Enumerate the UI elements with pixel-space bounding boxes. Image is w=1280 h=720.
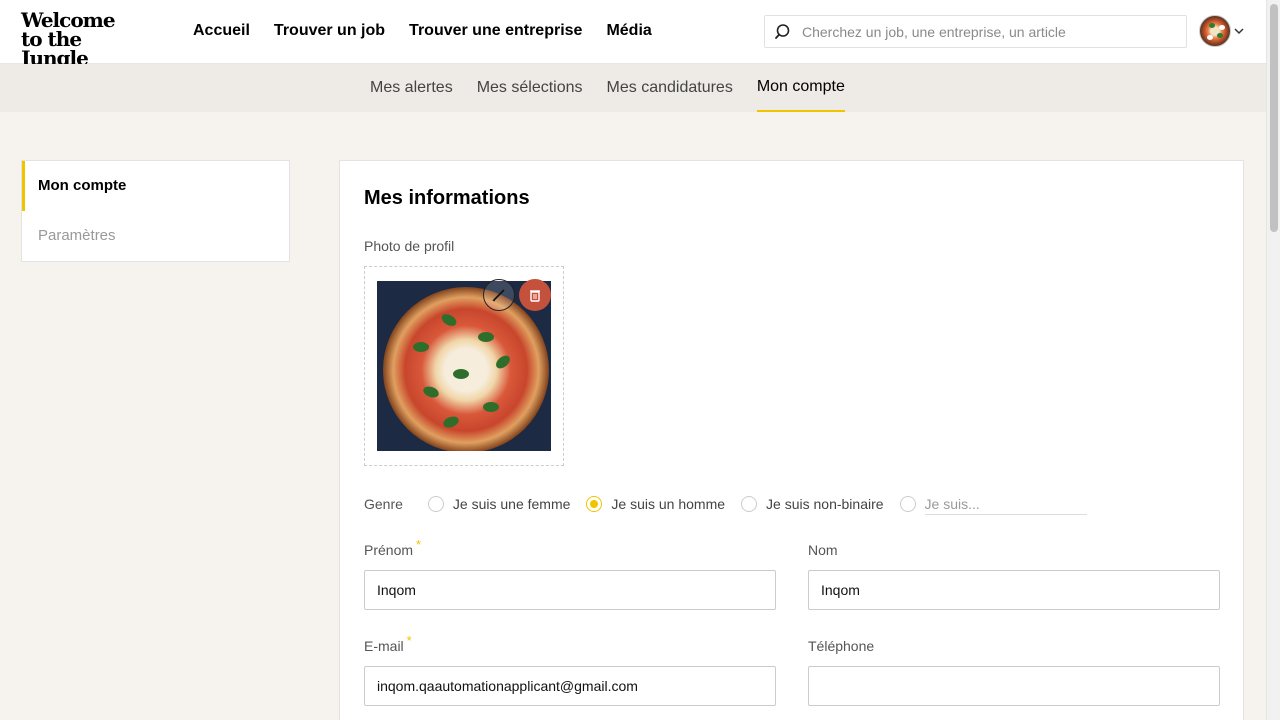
prenom-input[interactable] <box>364 570 776 610</box>
email-input[interactable] <box>364 666 776 706</box>
email-label-text: E-mail <box>364 638 404 654</box>
user-avatar[interactable] <box>1199 15 1231 47</box>
radio-circle[interactable] <box>899 496 916 512</box>
page-title: Mes informations <box>364 187 530 209</box>
account-menu[interactable] <box>1199 15 1244 47</box>
radio-non-binaire[interactable]: Je suis non-binaire <box>741 496 884 512</box>
tab-mes-alertes[interactable]: Mes alertes <box>370 64 453 112</box>
telephone-label: Téléphone <box>808 638 875 654</box>
radio-other[interactable] <box>899 493 1087 515</box>
radio-non-binaire-label[interactable]: Je suis non-binaire <box>766 496 884 512</box>
sidebar-item-parametres[interactable]: Paramètres <box>22 211 289 261</box>
radio-femme[interactable]: Je suis une femme <box>427 496 571 512</box>
trash-icon[interactable] <box>519 279 551 311</box>
genre-row: Genre Je suis une femme Je suis un homme… <box>364 493 1087 515</box>
photo-label: Photo de profil <box>364 238 455 254</box>
nav-accueil[interactable]: Accueil <box>193 22 250 40</box>
radio-femme-label[interactable]: Je suis une femme <box>453 496 571 512</box>
search-input[interactable] <box>802 23 1172 40</box>
profile-photo-dropzone[interactable] <box>364 266 564 466</box>
site-logo[interactable]: Welcome to the Jungle <box>21 10 147 70</box>
search-bar[interactable] <box>764 15 1187 48</box>
radio-circle[interactable] <box>741 496 758 512</box>
top-header: Welcome to the Jungle Accueil Trouver un… <box>0 0 1266 68</box>
pizza-image <box>383 287 549 451</box>
main-nav: Accueil Trouver un job Trouver une entre… <box>193 22 652 40</box>
account-sidebar: Mon compte Paramètres <box>21 160 290 262</box>
required-mark: * <box>416 537 422 552</box>
nom-label: Nom <box>808 542 838 558</box>
nav-trouver-une-entreprise[interactable]: Trouver une entreprise <box>409 22 582 40</box>
pencil-icon[interactable] <box>483 279 515 311</box>
radio-circle-checked[interactable] <box>586 496 603 512</box>
tab-mes-candidatures[interactable]: Mes candidatures <box>607 64 733 112</box>
radio-homme[interactable]: Je suis un homme <box>586 496 725 512</box>
radio-homme-label[interactable]: Je suis un homme <box>611 496 725 512</box>
radio-circle[interactable] <box>427 496 444 512</box>
tab-mes-selections[interactable]: Mes sélections <box>477 64 583 112</box>
nav-media[interactable]: Média <box>606 22 651 40</box>
search-icon <box>775 23 790 39</box>
prenom-label-text: Prénom <box>364 542 414 558</box>
account-info-card: Mes informations Photo de profil Genre J… <box>339 160 1244 720</box>
nom-input[interactable] <box>808 570 1220 610</box>
tab-mon-compte[interactable]: Mon compte <box>756 64 845 112</box>
genre-other-input[interactable] <box>924 493 1087 515</box>
telephone-input[interactable] <box>808 666 1220 706</box>
page-scrollbar[interactable] <box>1266 0 1280 720</box>
genre-label: Genre <box>364 496 403 512</box>
scrollbar-thumb[interactable] <box>1270 4 1278 232</box>
sidebar-item-mon-compte[interactable]: Mon compte <box>22 161 289 211</box>
logo-line-2: to the Jungle <box>21 27 89 70</box>
nav-trouver-un-job[interactable]: Trouver un job <box>274 22 385 40</box>
required-mark: * <box>406 633 412 648</box>
account-subnav: Mes alertes Mes sélections Mes candidatu… <box>0 64 1266 112</box>
email-label: E-mail * <box>364 633 412 654</box>
prenom-label: Prénom * <box>364 537 421 558</box>
chevron-down-icon[interactable] <box>1234 24 1244 38</box>
